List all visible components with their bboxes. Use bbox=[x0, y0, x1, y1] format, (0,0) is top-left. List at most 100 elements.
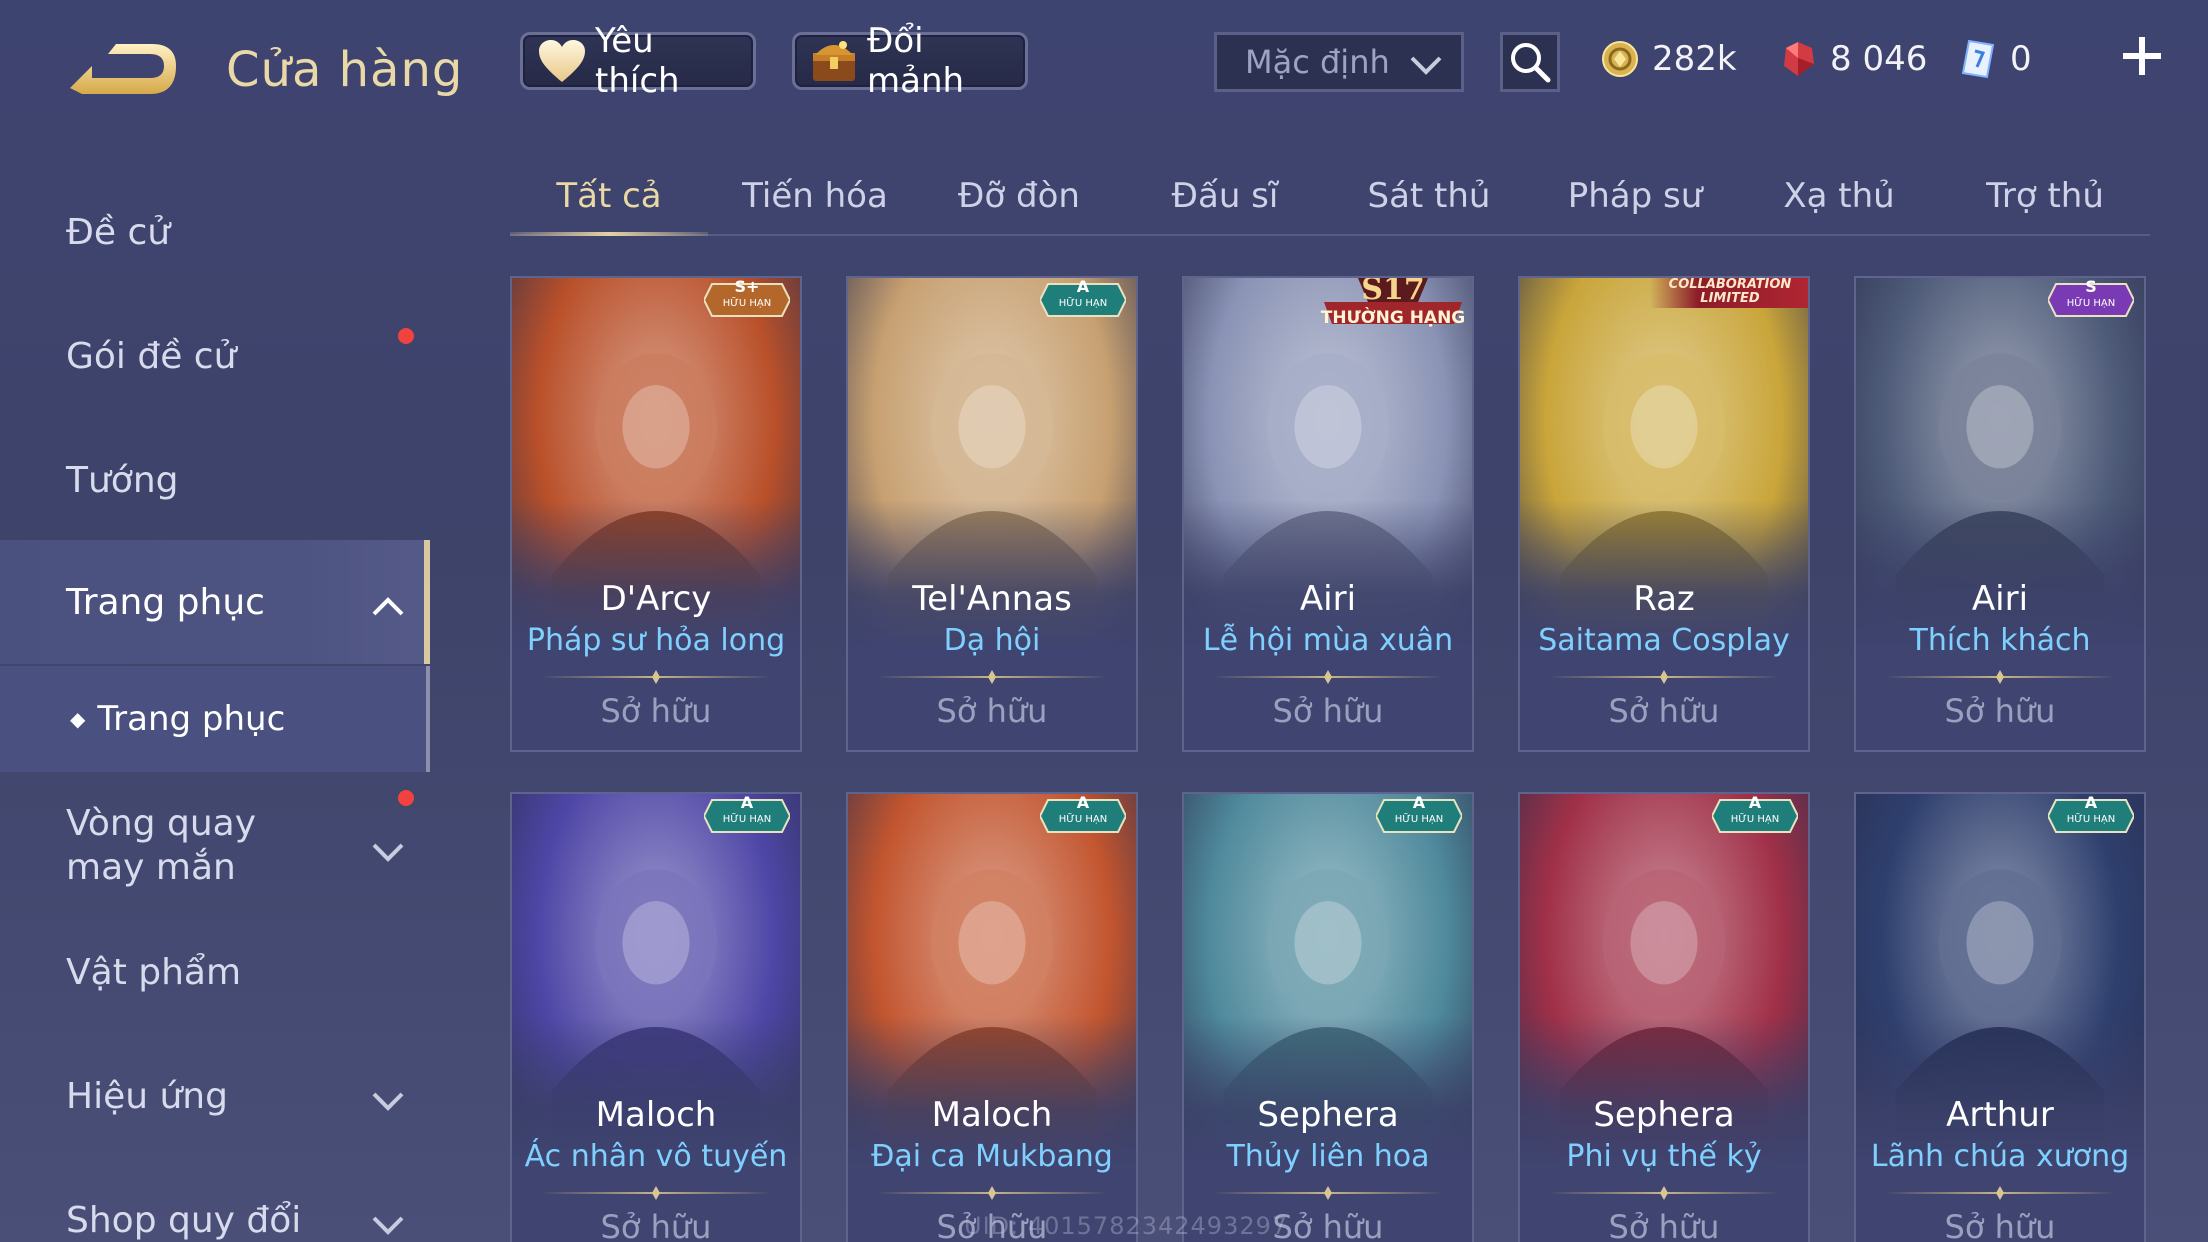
hero-name: Arthur bbox=[1946, 1095, 2054, 1135]
limited-label: LIMITED bbox=[1700, 291, 1760, 306]
skin-card[interactable]: COLLABORATION LIMITED Raz Saitama Cosplay Sở… bbox=[1518, 276, 1810, 752]
plus-icon bbox=[2123, 37, 2161, 75]
ownership-status: Sở hữu bbox=[1608, 692, 1720, 730]
search-button[interactable] bbox=[1500, 32, 1560, 92]
sidebar: Đề cử Gói đề cử Tướng Trang phục ◆ Trang… bbox=[0, 170, 432, 1242]
favorites-button[interactable]: Yêu thích bbox=[520, 21, 756, 101]
skin-card[interactable]: A HỮU HẠN Sephera Thủy liên hoa Sở hữu bbox=[1182, 792, 1474, 1242]
chevron-down-icon bbox=[370, 1082, 406, 1123]
sidebar-item-label: Vật phẩm bbox=[66, 951, 242, 993]
rarity-grade-label: S bbox=[2085, 277, 2097, 296]
tab-evolution[interactable]: Tiến hóa bbox=[716, 160, 914, 232]
skin-card[interactable]: A HỮU HẠN Maloch Đại ca Mukbang Sở hữu bbox=[846, 792, 1138, 1242]
rarity-badge: A HỮU HẠN bbox=[704, 794, 790, 838]
tab-all[interactable]: Tất cả bbox=[510, 160, 708, 236]
chevron-down-icon bbox=[370, 1206, 406, 1242]
sidebar-item-exchange-shop[interactable]: Shop quy đổi bbox=[0, 1158, 430, 1242]
skin-name: Lãnh chúa xương bbox=[1870, 1139, 2130, 1174]
rarity-badge: A HỮU HẠN bbox=[1040, 794, 1126, 838]
sidebar-subitem-skins[interactable]: ◆ Trang phục bbox=[0, 666, 430, 772]
tab-fighter[interactable]: Đấu sĩ bbox=[1126, 160, 1324, 232]
ruby-gem-icon bbox=[1778, 39, 1818, 79]
back-arrow-icon bbox=[70, 44, 176, 94]
sidebar-subitem-label: Trang phục bbox=[97, 699, 286, 739]
sidebar-item-heroes[interactable]: Tướng bbox=[0, 418, 430, 542]
skin-name: Lễ hội mùa xuân bbox=[1202, 623, 1454, 658]
skin-name: Ác nhân vô tuyến bbox=[524, 1139, 788, 1174]
back-button[interactable] bbox=[64, 36, 184, 106]
card-divider bbox=[540, 1192, 772, 1194]
season-rank-sublabel: THƯỜNG HẠNG bbox=[1320, 308, 1466, 328]
skin-name: Thích khách bbox=[1909, 623, 2091, 658]
skin-card[interactable]: A HỮU HẠN Arthur Lãnh chúa xương Sở hữu bbox=[1854, 792, 2146, 1242]
ruby-amount: 8 046 bbox=[1830, 39, 1928, 79]
exchange-shards-label: Đổi mảnh bbox=[867, 21, 965, 101]
hero-name: D'Arcy bbox=[600, 579, 712, 619]
sidebar-item-featured[interactable]: Đề cử bbox=[0, 170, 430, 294]
tab-marksman[interactable]: Xạ thủ bbox=[1740, 160, 1938, 232]
tab-support[interactable]: Trợ thủ bbox=[1946, 160, 2144, 232]
ownership-status: Sở hữu bbox=[1608, 1208, 1720, 1242]
voucher-currency: 0 bbox=[1958, 34, 2032, 84]
rarity-grade-label: S+ bbox=[734, 277, 760, 296]
skin-card[interactable]: S17 THƯỜNG HẠNG Airi Lễ hội mùa xuân Sở hữu bbox=[1182, 276, 1474, 752]
gold-currency: 282k bbox=[1600, 34, 1737, 84]
limited-label: HỮU HẠN bbox=[722, 814, 772, 825]
search-icon bbox=[1511, 43, 1551, 83]
skin-card[interactable]: S+ HỮU HẠN D'Arcy Pháp sư hỏa long Sở hữu bbox=[510, 276, 802, 752]
exchange-shards-button[interactable]: Đổi mảnh bbox=[792, 21, 1028, 101]
ownership-status: Sở hữu bbox=[1944, 692, 2056, 730]
ownership-status: Sở hữu bbox=[1272, 692, 1384, 730]
sidebar-item-label: Vòng quay may mắn bbox=[66, 803, 257, 888]
sort-dropdown[interactable]: Mặc định bbox=[1214, 32, 1464, 92]
rarity-badge: A HỮU HẠN bbox=[2048, 794, 2134, 838]
skin-name: Dạ hội bbox=[943, 623, 1041, 658]
sidebar-item-skins[interactable]: Trang phục bbox=[0, 540, 430, 664]
skin-card[interactable]: A HỮU HẠN Tel'Annas Dạ hội Sở hữu bbox=[846, 276, 1138, 752]
role-tabs: Tất cả Tiến hóa Đỡ đòn Đấu sĩ Sát thủ Ph… bbox=[510, 160, 2150, 236]
card-divider bbox=[540, 676, 772, 678]
tab-tank[interactable]: Đỡ đòn bbox=[920, 160, 1118, 232]
sidebar-item-lucky-wheel[interactable]: Vòng quay may mắn bbox=[0, 776, 430, 916]
sidebar-item-featured-bundles[interactable]: Gói đề cử bbox=[0, 294, 430, 418]
ownership-status: Sở hữu bbox=[936, 692, 1048, 730]
season-rank-badge: S17 THƯỜNG HẠNG bbox=[1318, 278, 1468, 334]
limited-label: HỮU HẠN bbox=[2066, 814, 2116, 825]
sidebar-item-label: Shop quy đổi bbox=[66, 1199, 302, 1241]
rarity-grade-label: A bbox=[1748, 793, 1762, 812]
diamond-bullet-icon: ◆ bbox=[70, 707, 86, 731]
skin-name: Đại ca Mukbang bbox=[871, 1139, 1113, 1174]
add-currency-button[interactable] bbox=[2116, 30, 2168, 82]
skin-name: Phi vụ thế kỷ bbox=[1566, 1139, 1762, 1174]
skin-card[interactable]: S HỮU HẠN Airi Thích khách Sở hữu bbox=[1854, 276, 2146, 752]
hero-name: Airi bbox=[1299, 579, 1357, 619]
rarity-grade-label: A bbox=[1412, 793, 1426, 812]
limited-label: HỮU HẠN bbox=[1730, 814, 1780, 825]
hero-name: Maloch bbox=[595, 1095, 717, 1135]
card-divider bbox=[1548, 1192, 1780, 1194]
chevron-up-icon bbox=[370, 588, 406, 629]
skin-name: Saitama Cosplay bbox=[1538, 623, 1790, 658]
sidebar-item-items[interactable]: Vật phẩm bbox=[0, 910, 430, 1034]
skin-card[interactable]: A HỮU HẠN Sephera Phi vụ thế kỷ Sở hữu bbox=[1518, 792, 1810, 1242]
skin-card[interactable]: A HỮU HẠN Maloch Ác nhân vô tuyến Sở hữu bbox=[510, 792, 802, 1242]
rarity-badge: S+ HỮU HẠN bbox=[704, 278, 790, 322]
tab-assassin[interactable]: Sát thủ bbox=[1330, 160, 1528, 232]
rarity-grade-label: A bbox=[1076, 793, 1090, 812]
collaboration-label: COLLABORATION bbox=[1668, 277, 1792, 292]
limited-label: HỮU HẠN bbox=[2066, 298, 2116, 309]
card-divider bbox=[876, 1192, 1108, 1194]
sidebar-item-effects[interactable]: Hiệu ứng bbox=[0, 1034, 430, 1158]
chevron-down-icon bbox=[370, 832, 406, 876]
notification-dot bbox=[398, 790, 414, 806]
treasure-chest-icon bbox=[809, 37, 859, 85]
page-title: Cửa hàng bbox=[226, 42, 464, 98]
rarity-grade-label: A bbox=[1076, 277, 1090, 296]
gold-amount: 282k bbox=[1652, 39, 1737, 79]
rarity-badge: A HỮU HẠN bbox=[1040, 278, 1126, 322]
sidebar-item-label: Hiệu ứng bbox=[66, 1075, 228, 1117]
shop-screen: Cửa hàng Yêu thích Đổi mảnh Mặc định 282… bbox=[0, 0, 2208, 1242]
season-rank-label: S17 bbox=[1361, 276, 1425, 307]
tab-mage[interactable]: Pháp sư bbox=[1536, 160, 1734, 232]
rarity-badge: A HỮU HẠN bbox=[1712, 794, 1798, 838]
